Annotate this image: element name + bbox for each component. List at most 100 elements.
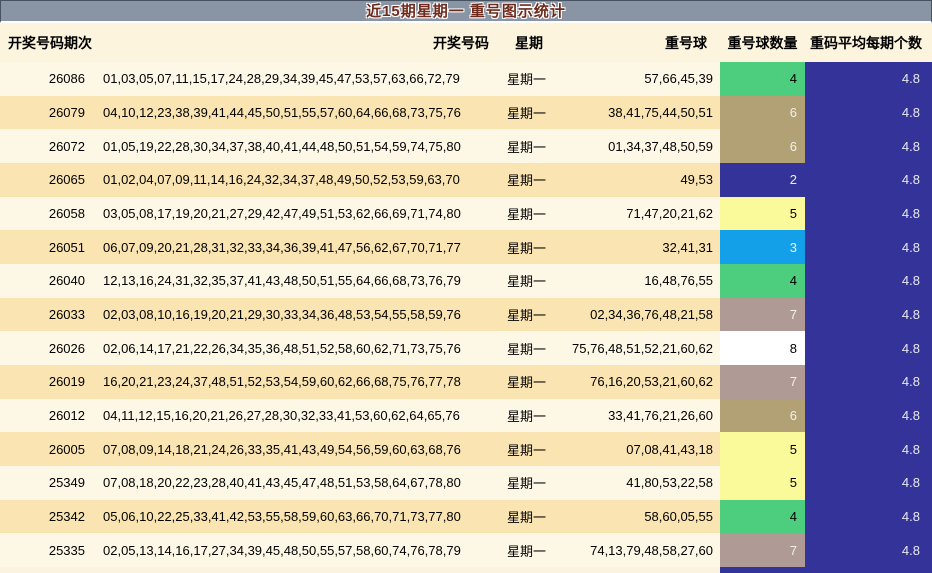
repeat-count-cell: 7 <box>720 365 805 399</box>
period-cell: 25335 <box>48 542 85 558</box>
column-header-avg: 重码平均每期个数 <box>810 34 922 51</box>
period-cell: 26040 <box>48 273 85 289</box>
numbers-cell: 03,05,08,17,19,20,21,27,29,42,47,49,51,5… <box>103 206 461 222</box>
table-row: 26026 02,06,14,17,21,22,26,34,35,36,48,5… <box>0 331 932 366</box>
avg-count-cell: 4.8 <box>805 129 932 164</box>
numbers-cell: 01,02,04,07,09,11,14,16,24,32,34,37,48,4… <box>103 172 460 188</box>
page-title: 近15期星期一 重号图示统计 <box>366 2 566 20</box>
repeat-count-cell: 4 <box>720 499 805 534</box>
period-cell <box>0 567 95 573</box>
period-cell: 26026 <box>48 340 85 356</box>
repeat-count-cell: 4 <box>720 62 805 96</box>
repeat-count-cell: 7 <box>720 297 805 332</box>
week-cell: 星期一 <box>507 308 547 324</box>
avg-count-cell: 4.8 <box>805 230 932 265</box>
repeat-balls-cell: 41,80,53,22,58 <box>626 475 713 491</box>
repeat-count-cell <box>720 567 805 573</box>
week-cell: 星期一 <box>507 274 547 290</box>
table-row: 26005 07,08,09,14,18,21,24,26,33,35,41,4… <box>0 432 932 467</box>
repeat-balls-cell: 71,47,20,21,62 <box>626 206 713 222</box>
numbers-cell: 01,05,19,22,28,30,34,37,38,40,41,44,48,5… <box>103 138 461 154</box>
repeat-number-stats-table: 近15期星期一 重号图示统计 开奖号码期次 开奖号码 星期 重号球 重号球数量 … <box>0 0 932 573</box>
table-row: 25342 05,06,10,22,25,33,41,42,53,55,58,5… <box>0 499 932 534</box>
repeat-balls-cell: 32,41,31 <box>662 239 713 255</box>
table-header-row: 开奖号码期次 开奖号码 星期 重号球 重号球数量 重码平均每期个数 <box>0 23 932 62</box>
week-cell: 星期一 <box>507 442 547 458</box>
avg-count-cell: 4.8 <box>805 163 932 197</box>
repeat-balls-cell: 16,48,76,55 <box>644 273 713 289</box>
table-row: 25349 07,08,18,20,22,23,28,40,41,43,45,4… <box>0 466 932 500</box>
numbers-cell <box>95 567 497 573</box>
avg-count-cell: 4.8 <box>805 62 932 96</box>
repeat-balls-cell: 76,16,20,53,21,60,62 <box>590 374 713 390</box>
column-header-week: 星期 <box>515 34 543 51</box>
week-cell: 星期一 <box>507 173 547 189</box>
repeat-balls-cell <box>557 567 720 573</box>
table-row: 25335 02,05,13,14,16,17,27,34,39,45,48,5… <box>0 533 932 568</box>
week-cell: 星期一 <box>507 207 547 223</box>
avg-count-cell: 4.8 <box>805 398 932 433</box>
week-cell: 星期一 <box>507 72 547 88</box>
numbers-cell: 01,03,05,07,11,15,17,24,28,29,34,39,45,4… <box>103 71 460 87</box>
period-cell: 26079 <box>48 105 85 120</box>
period-cell: 26012 <box>48 408 85 424</box>
table-row: 26086 01,03,05,07,11,15,17,24,28,29,34,3… <box>0 62 932 96</box>
repeat-balls-cell: 58,60,05,55 <box>644 509 713 525</box>
repeat-count-cell: 5 <box>720 432 805 467</box>
week-cell: 星期一 <box>507 543 547 559</box>
numbers-cell: 07,08,09,14,18,21,24,26,33,35,41,43,49,5… <box>103 441 461 457</box>
repeat-balls-cell: 02,34,36,76,48,21,58 <box>590 307 713 323</box>
repeat-balls-cell: 57,66,45,39 <box>644 71 713 87</box>
table-row <box>0 567 932 573</box>
repeat-balls-cell: 07,08,41,43,18 <box>626 441 713 457</box>
column-header-period: 开奖号码期次 <box>8 34 92 51</box>
numbers-cell: 07,08,18,20,22,23,28,40,41,43,45,47,48,5… <box>103 475 461 491</box>
numbers-cell: 04,11,12,15,16,20,21,26,27,28,30,32,33,4… <box>103 408 460 424</box>
week-cell: 星期一 <box>507 476 547 492</box>
avg-count-cell: 4.8 <box>805 499 932 534</box>
avg-count-cell: 4.8 <box>805 196 932 231</box>
numbers-cell: 06,07,09,20,21,28,31,32,33,34,36,39,41,4… <box>103 239 461 255</box>
repeat-balls-cell: 33,41,76,21,26,60 <box>608 408 713 424</box>
repeat-count-cell: 3 <box>720 230 805 265</box>
period-cell: 26005 <box>48 441 85 457</box>
period-cell: 26065 <box>48 172 85 188</box>
table-body: 26086 01,03,05,07,11,15,17,24,28,29,34,3… <box>0 62 932 573</box>
period-cell: 26033 <box>48 307 85 323</box>
numbers-cell: 02,03,08,10,16,19,20,21,29,30,33,34,36,4… <box>103 307 461 323</box>
avg-count-cell: 4.8 <box>805 297 932 332</box>
numbers-cell: 02,06,14,17,21,22,26,34,35,36,48,51,52,5… <box>103 340 461 356</box>
week-cell: 星期一 <box>507 510 547 526</box>
table-row: 26033 02,03,08,10,16,19,20,21,29,30,33,3… <box>0 297 932 332</box>
week-cell: 星期一 <box>507 240 547 256</box>
numbers-cell: 04,10,12,23,38,39,41,44,45,50,51,55,57,6… <box>103 105 461 120</box>
period-cell: 26058 <box>48 206 85 222</box>
week-cell: 星期一 <box>507 106 547 121</box>
table-row: 26072 01,05,19,22,28,30,34,37,38,40,41,4… <box>0 129 932 164</box>
numbers-cell: 16,20,21,23,24,37,48,51,52,53,54,59,60,6… <box>103 374 461 390</box>
period-cell: 26072 <box>48 138 85 154</box>
repeat-count-cell: 2 <box>720 163 805 197</box>
numbers-cell: 05,06,10,22,25,33,41,42,53,55,58,59,60,6… <box>103 509 461 525</box>
avg-count-cell: 4.8 <box>805 365 932 399</box>
period-cell: 26051 <box>48 239 85 255</box>
repeat-balls-cell: 75,76,48,51,52,21,60,62 <box>572 340 713 356</box>
column-header-numbers: 开奖号码 <box>433 34 489 51</box>
period-cell: 26019 <box>48 374 85 390</box>
avg-count-cell: 4.8 <box>805 331 932 366</box>
table-row: 26019 16,20,21,23,24,37,48,51,52,53,54,5… <box>0 365 932 399</box>
repeat-balls-cell: 01,34,37,48,50,59 <box>608 138 713 154</box>
repeat-balls-cell: 38,41,75,44,50,51 <box>608 105 713 120</box>
repeat-count-cell: 5 <box>720 196 805 231</box>
avg-count-cell: 4.8 <box>805 466 932 500</box>
period-cell: 25342 <box>48 509 85 525</box>
avg-count-cell: 4.8 <box>805 264 932 298</box>
repeat-balls-cell: 49,53 <box>680 172 713 188</box>
week-cell: 星期一 <box>507 409 547 425</box>
numbers-cell: 12,13,16,24,31,32,35,37,41,43,48,50,51,5… <box>103 273 461 289</box>
table-row: 26051 06,07,09,20,21,28,31,32,33,34,36,3… <box>0 230 932 265</box>
repeat-count-cell: 7 <box>720 533 805 568</box>
avg-count-cell: 4.8 <box>805 533 932 568</box>
avg-count-cell: 4.8 <box>805 95 932 130</box>
week-cell: 星期一 <box>507 375 547 391</box>
